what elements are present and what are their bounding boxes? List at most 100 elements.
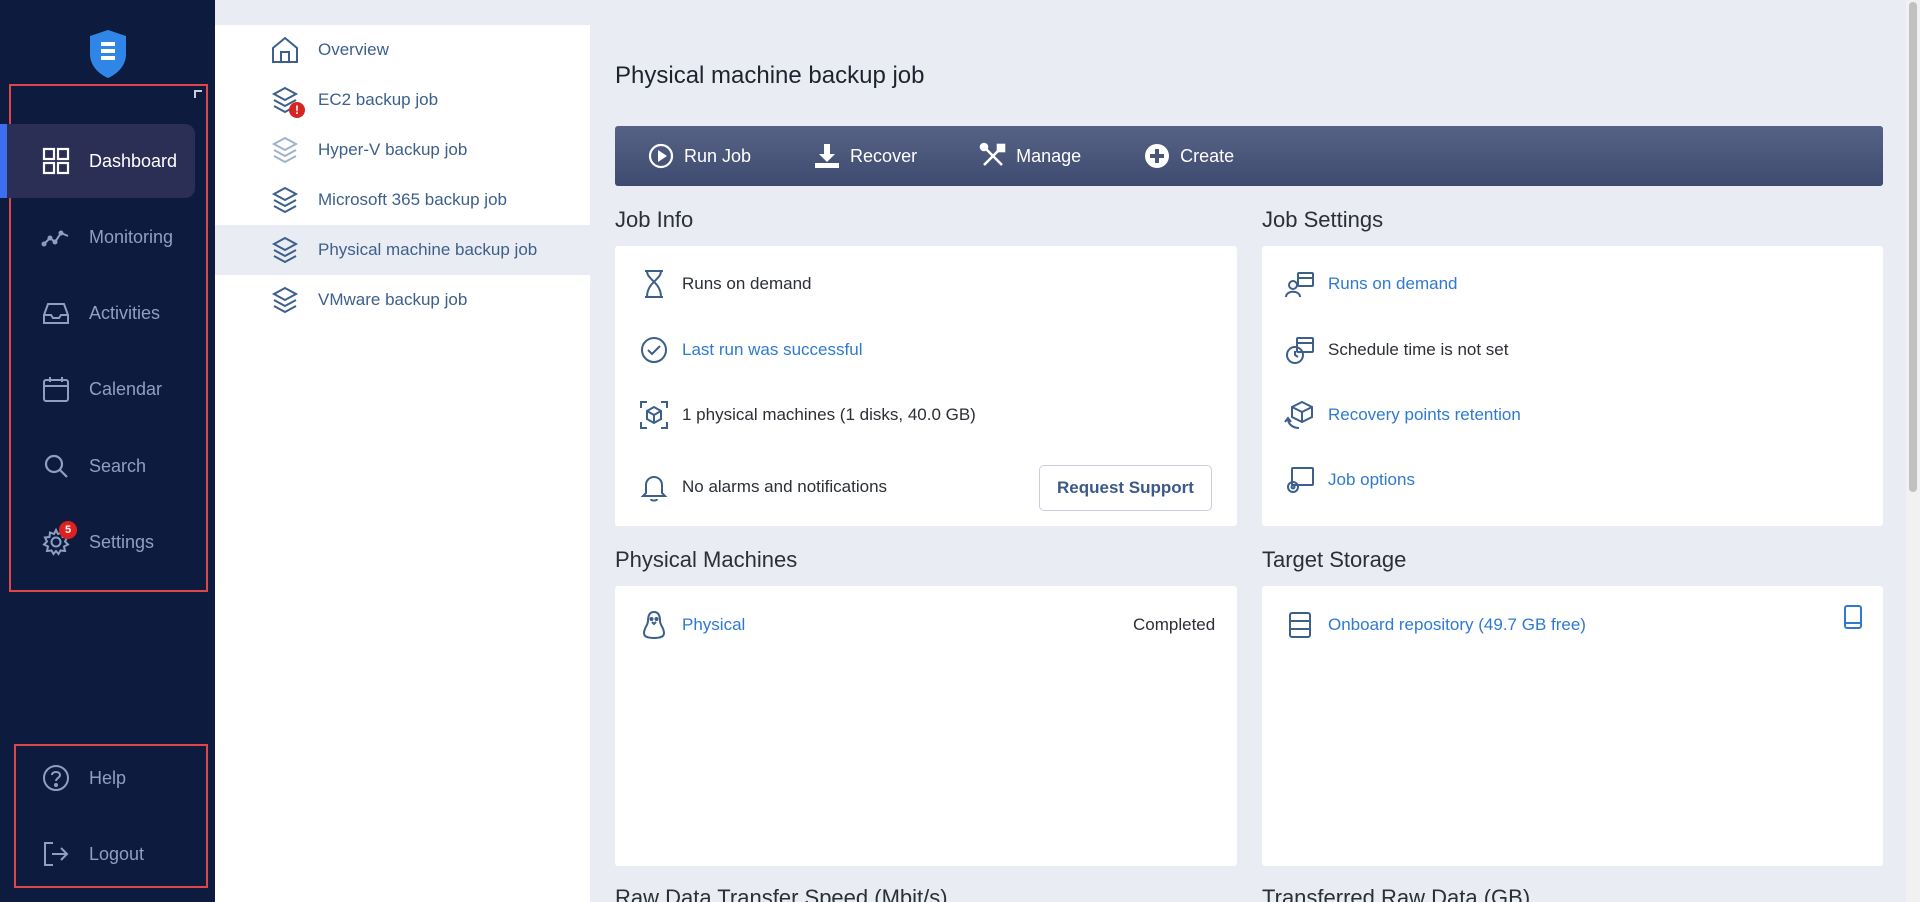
machine-cube-icon	[638, 399, 670, 431]
job-info-alarms-text: No alarms and notifications	[682, 477, 888, 496]
job-settings-title: Job Settings	[1262, 207, 1384, 232]
nav-item-label: Calendar	[89, 378, 163, 399]
tree-item-m365-backup-job[interactable]: Microsoft 365 backup job	[215, 175, 590, 225]
nav-item-label: Settings	[89, 531, 155, 552]
device-tablet-icon[interactable]	[1842, 604, 1864, 630]
job-settings-runs-text: Runs on demand	[1328, 274, 1458, 293]
nav-item-search[interactable]: Search	[8, 429, 195, 503]
create-button[interactable]: Create	[1143, 142, 1234, 170]
check-circle-icon	[638, 334, 670, 366]
clock-calendar-icon	[1284, 334, 1316, 366]
tree-item-label: Overview	[318, 40, 389, 59]
nav-item-label: Logout	[89, 843, 145, 864]
request-support-button[interactable]: Request Support	[1039, 465, 1212, 511]
collapse-corner-icon[interactable]	[194, 90, 202, 98]
job-info-title: Job Info	[615, 207, 694, 232]
recover-label: Recover	[850, 145, 918, 166]
backup-stack-icon	[269, 184, 301, 216]
job-settings-retention-text: Recovery points retention	[1328, 405, 1521, 424]
settings-notification-badge: 5	[59, 521, 77, 539]
nav-item-label: Activities	[89, 302, 161, 323]
backup-stack-icon	[269, 134, 301, 166]
linux-penguin-icon	[638, 609, 670, 641]
cube-arrow-icon	[1284, 399, 1316, 431]
recover-button[interactable]: Recover	[813, 142, 917, 170]
nav-item-label: Search	[89, 455, 147, 476]
physical-machine-status: Completed	[1133, 615, 1216, 634]
job-settings-options-link[interactable]: Job options	[1284, 464, 1415, 496]
plus-circle-icon	[1143, 142, 1171, 170]
nav-item-calendar[interactable]: Calendar	[8, 352, 195, 426]
monitoring-line-icon	[41, 222, 71, 252]
job-info-runs: Runs on demand	[638, 268, 811, 300]
job-info-last-run-link[interactable]: Last run was successful	[638, 334, 862, 366]
backup-stack-icon	[269, 284, 301, 316]
job-settings-runs-link[interactable]: Runs on demand	[1284, 268, 1457, 300]
nav-item-dashboard[interactable]: Dashboard	[0, 124, 195, 198]
job-tree-panel: Overview ! EC2 backup job Hyper-V backup…	[215, 25, 590, 902]
transferred-raw-data-title: Transferred Raw Data (GB)	[1262, 885, 1531, 902]
error-badge: !	[289, 102, 305, 118]
tools-icon	[979, 142, 1007, 170]
job-settings-options-text: Job options	[1328, 470, 1415, 489]
nav-item-logout[interactable]: Logout	[8, 817, 195, 891]
repository-stack-icon	[1284, 609, 1316, 641]
shield-logo-icon[interactable]	[86, 28, 130, 80]
download-icon	[813, 142, 841, 170]
page-scrollbar-thumb[interactable]	[1909, 2, 1917, 492]
nav-item-monitoring[interactable]: Monitoring	[8, 200, 195, 274]
hourglass-icon	[638, 268, 670, 300]
gear-icon: 5	[41, 521, 77, 557]
tree-item-physical-backup-job[interactable]: Physical machine backup job	[215, 225, 590, 275]
dashboard-grid-icon	[41, 146, 71, 176]
tree-item-label: Hyper-V backup job	[318, 140, 468, 159]
physical-machines-title: Physical Machines	[615, 547, 798, 572]
backup-stack-icon	[269, 234, 301, 266]
target-storage-title: Target Storage	[1262, 547, 1407, 572]
create-label: Create	[1180, 145, 1235, 166]
nav-item-help[interactable]: Help	[8, 741, 195, 815]
job-info-last-run-text: Last run was successful	[682, 340, 863, 359]
job-info-alarms: No alarms and notifications	[638, 471, 887, 503]
tree-item-label: EC2 backup job	[318, 90, 439, 109]
tree-item-overview[interactable]: Overview	[215, 25, 590, 75]
nav-item-label: Monitoring	[89, 226, 174, 247]
tree-item-ec2-backup-job[interactable]: ! EC2 backup job	[215, 75, 590, 125]
run-job-button[interactable]: Run Job	[647, 142, 751, 170]
search-icon	[41, 451, 71, 481]
onboard-repository-text: Onboard repository (49.7 GB free)	[1328, 615, 1586, 634]
physical-machine-name: Physical	[682, 615, 746, 634]
job-settings-schedule: Schedule time is not set	[1284, 334, 1508, 366]
user-calendar-icon	[1284, 268, 1316, 300]
inbox-tray-icon	[41, 298, 71, 328]
nav-item-settings[interactable]: 5 Settings	[8, 505, 195, 579]
nav-item-label: Dashboard	[89, 150, 178, 171]
bell-icon	[638, 471, 670, 503]
job-info-runs-text: Runs on demand	[682, 274, 812, 293]
tree-item-label: VMware backup job	[318, 290, 468, 309]
tree-item-hyperv-backup-job[interactable]: Hyper-V backup job	[215, 125, 590, 175]
job-info-machines: 1 physical machines (1 disks, 40.0 GB)	[638, 399, 976, 431]
manage-button[interactable]: Manage	[979, 142, 1081, 170]
action-toolbar: Run Job Recover Manage Create	[615, 126, 1883, 186]
logout-icon	[41, 839, 71, 869]
main-navigation: Dashboard Monitoring Activities Calendar	[0, 0, 215, 902]
job-info-machines-text: 1 physical machines (1 disks, 40.0 GB)	[682, 405, 976, 424]
job-settings-schedule-text: Schedule time is not set	[1328, 340, 1509, 359]
help-circle-icon	[41, 763, 71, 793]
physical-machine-link[interactable]: Physical	[638, 609, 745, 641]
tree-item-label: Microsoft 365 backup job	[318, 190, 507, 209]
calendar-icon	[41, 374, 71, 404]
nav-item-activities[interactable]: Activities	[8, 276, 195, 350]
onboard-repository-link[interactable]: Onboard repository (49.7 GB free)	[1284, 609, 1586, 641]
run-job-label: Run Job	[684, 145, 752, 166]
job-settings-retention-link[interactable]: Recovery points retention	[1284, 399, 1521, 431]
tree-item-vmware-backup-job[interactable]: VMware backup job	[215, 275, 590, 325]
nav-item-label: Help	[89, 767, 127, 788]
raw-data-speed-title: Raw Data Transfer Speed (Mbit/s)	[615, 885, 948, 902]
backup-stack-icon: !	[269, 84, 305, 118]
home-icon	[269, 34, 301, 66]
page-title: Physical machine backup job	[615, 62, 925, 89]
play-circle-icon	[647, 142, 675, 170]
tree-item-label: Physical machine backup job	[318, 240, 538, 259]
